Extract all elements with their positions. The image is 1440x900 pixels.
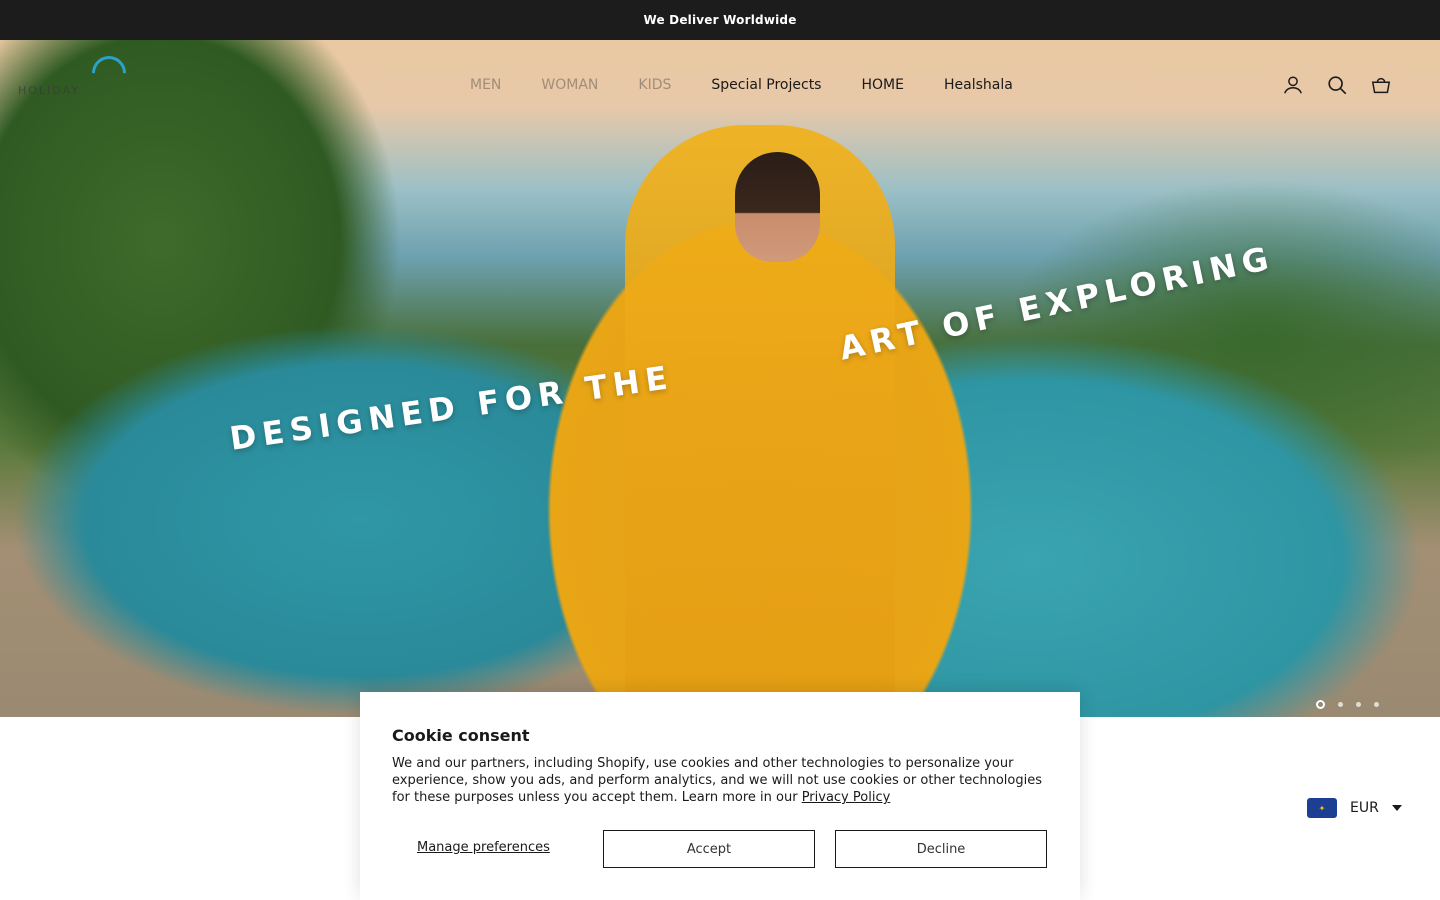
account-icon[interactable] [1282,74,1304,96]
currency-code: EUR [1350,800,1379,816]
logo-mark-icon [84,48,134,98]
privacy-policy-link[interactable]: Privacy Policy [802,790,891,805]
nav-item-healshala[interactable]: Healshala [944,77,1013,93]
decline-button[interactable]: Decline [835,830,1047,868]
cookie-actions: Manage preferences Accept Decline [392,830,1048,868]
slide-dot-1[interactable] [1316,700,1325,709]
slide-pagination [1316,700,1379,709]
cookie-title: Cookie consent [392,726,530,745]
manage-preferences-link[interactable]: Manage preferences [417,840,550,855]
announcement-bar: We Deliver Worldwide [0,0,1440,40]
slide-dot-2[interactable] [1338,702,1343,707]
eu-flag-icon: ✦ [1307,798,1337,818]
logo-text: HOLIDAY [18,84,80,97]
hero-headline-right: ART OF EXPLORING [836,238,1278,368]
nav-item-special-projects[interactable]: Special Projects [711,77,821,93]
hero-headline-left: DESIGNED FOR THE [227,357,676,458]
header-actions [1282,74,1392,96]
hero-model-head [735,152,820,262]
logo[interactable]: HOLIDAY [18,48,168,106]
slide-dot-4[interactable] [1374,702,1379,707]
cookie-body-text: We and our partners, including Shopify, … [392,756,1043,805]
cart-icon[interactable] [1370,74,1392,96]
accept-button[interactable]: Accept [603,830,815,868]
nav-item-woman[interactable]: WOMAN [541,77,598,93]
announcement-text: We Deliver Worldwide [643,13,797,27]
hero-banner[interactable]: DESIGNED FOR THE ART OF EXPLORING [0,40,1440,717]
search-icon[interactable] [1326,74,1348,96]
site-header: HOLIDAY MEN WOMAN KIDS Special Projects … [0,40,1440,135]
slide-dot-3[interactable] [1356,702,1361,707]
cookie-consent-dialog: Cookie consent We and our partners, incl… [360,692,1080,900]
chevron-down-icon [1391,805,1402,811]
main-nav: MEN WOMAN KIDS Special Projects HOME Hea… [470,77,1013,93]
currency-selector[interactable]: ✦ EUR [1307,798,1402,818]
cookie-body: We and our partners, including Shopify, … [392,755,1052,806]
nav-item-kids[interactable]: KIDS [638,77,671,93]
nav-item-men[interactable]: MEN [470,77,501,93]
nav-item-home[interactable]: HOME [861,77,903,93]
